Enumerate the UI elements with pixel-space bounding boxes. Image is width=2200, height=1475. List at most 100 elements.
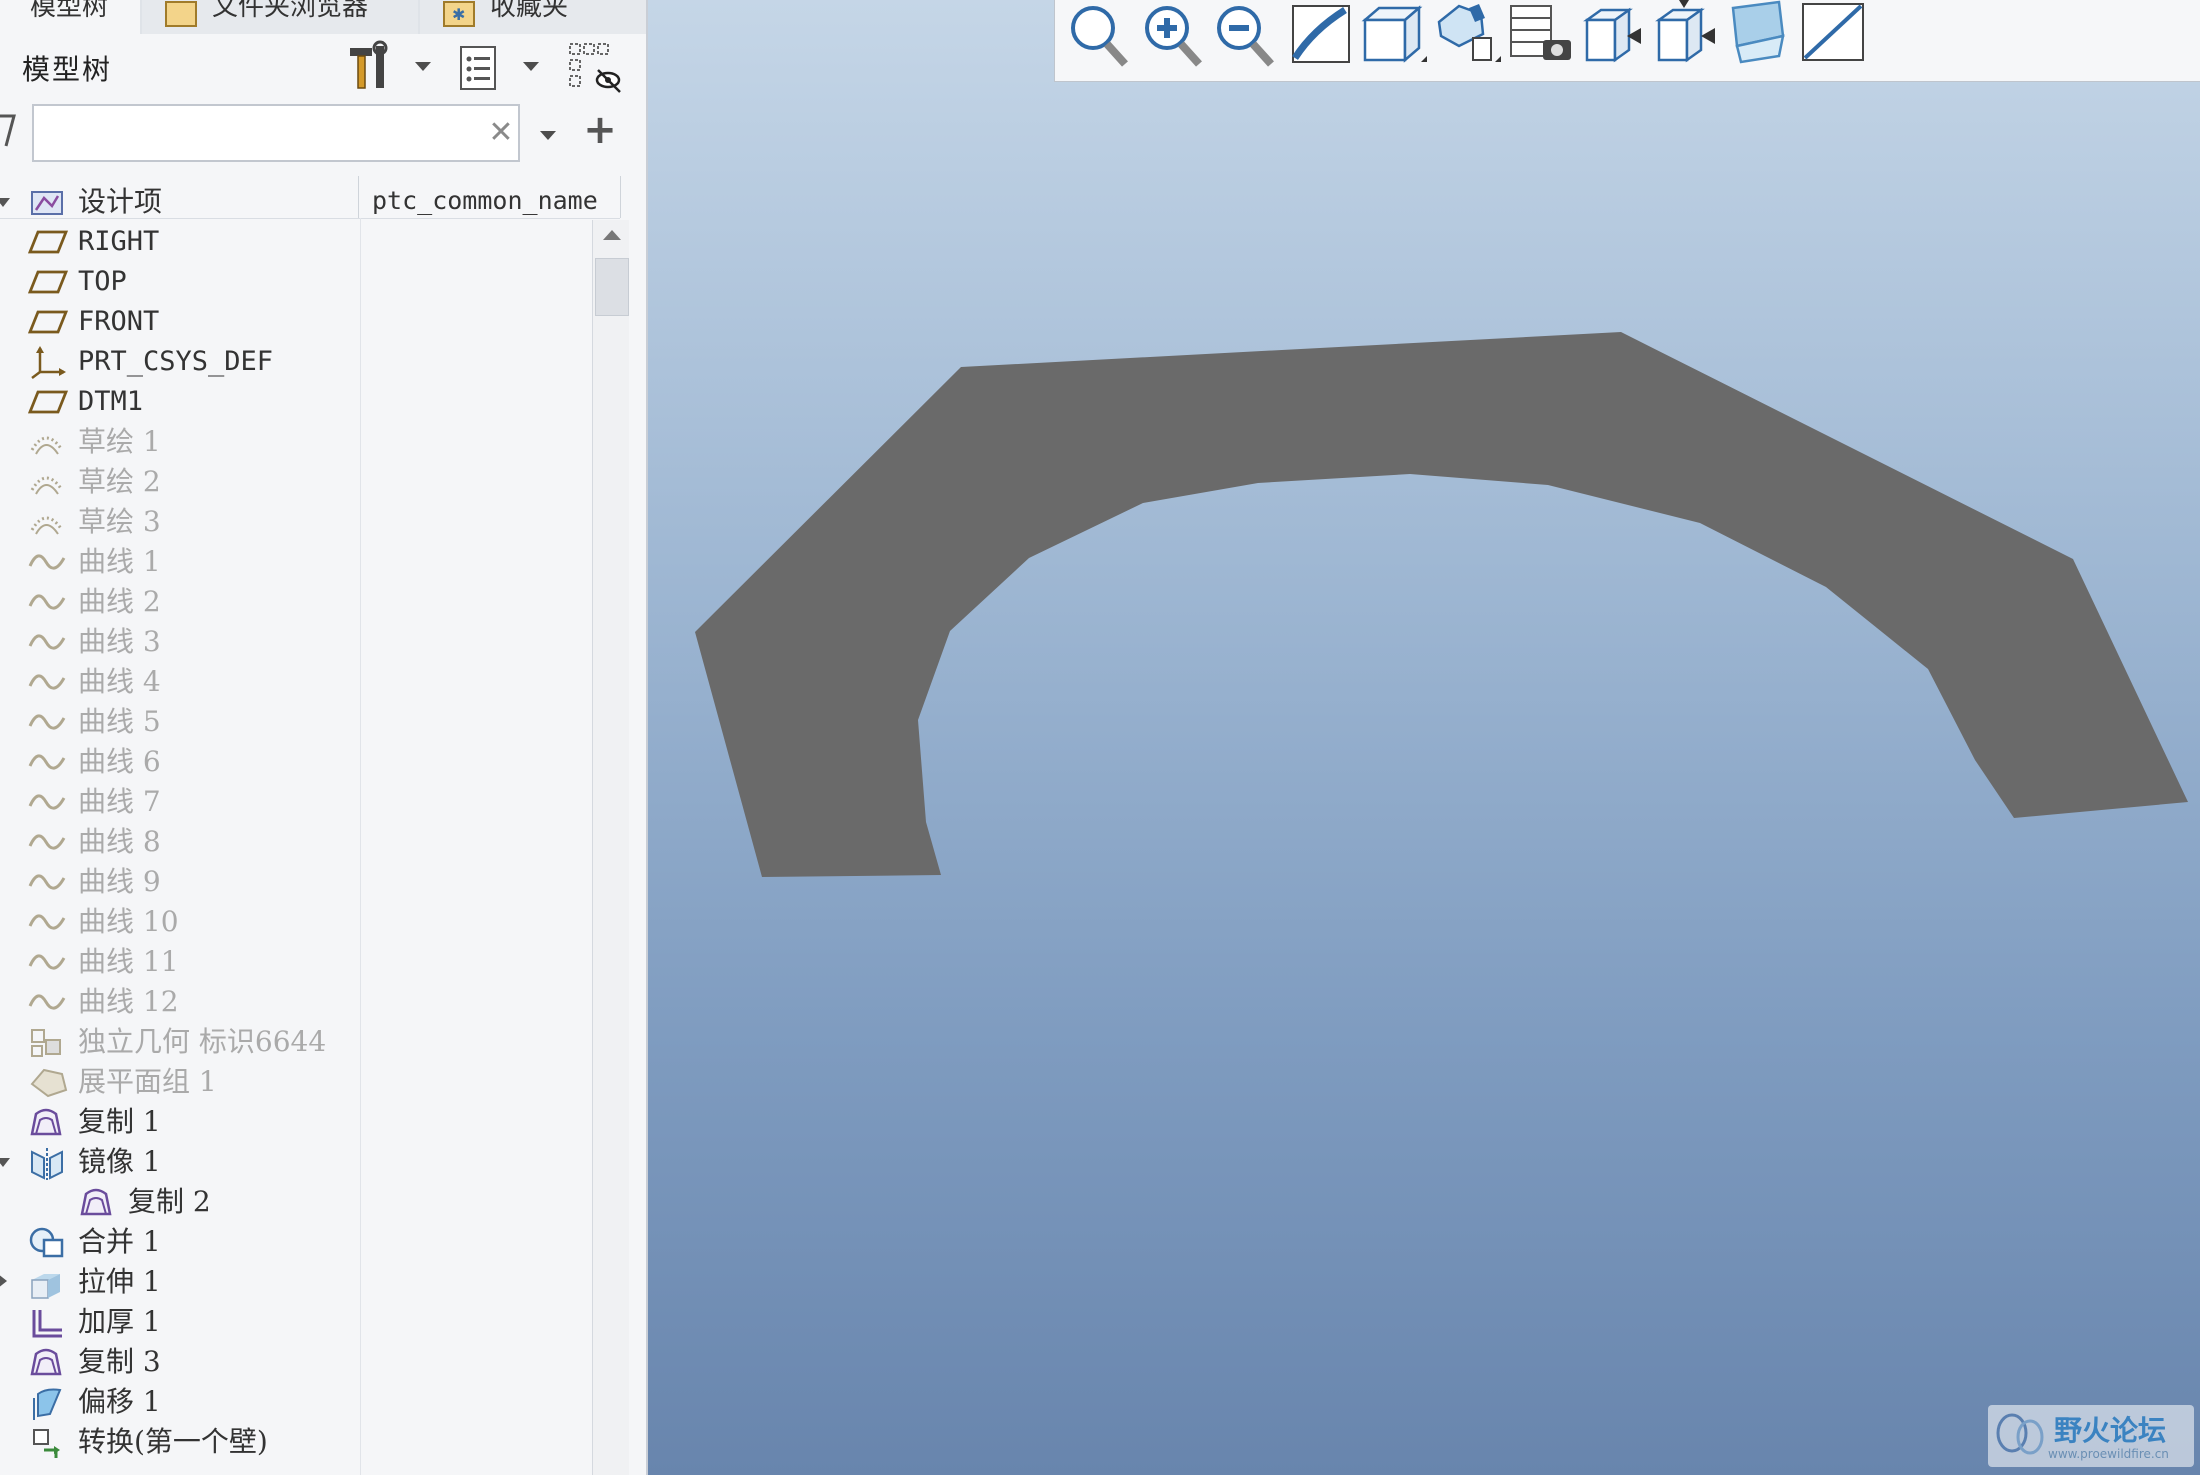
tree-item[interactable]: 复制 1 (0, 1102, 590, 1142)
datum-plane-icon (27, 390, 68, 414)
column-divider[interactable] (620, 176, 621, 218)
view-toolbar-button[interactable] (1723, 0, 1799, 76)
tree-item-label: 展平面组 1 (78, 1065, 217, 1098)
zoom-out-icon (1217, 6, 1274, 67)
view-toolbar-button[interactable] (1283, 0, 1359, 76)
copy-surface-icon (30, 1348, 62, 1376)
graphics-viewport[interactable]: 野火论坛 www.proewildfire.cn (648, 0, 2200, 1475)
tree-item-label: 曲线 4 (78, 665, 161, 698)
tree-item[interactable]: 曲线 1 (0, 542, 590, 582)
tree-item-label: 加厚 1 (78, 1305, 161, 1338)
tree-item[interactable]: 拉伸 1 (0, 1262, 590, 1302)
flatten-quilt-icon (30, 1068, 68, 1098)
view-toolbar-button[interactable] (1355, 0, 1431, 76)
tree-item[interactable]: 曲线 3 (0, 622, 590, 662)
chevron-down-icon (540, 130, 556, 140)
search-options-dropdown[interactable] (536, 126, 560, 144)
view-toolbar-button[interactable] (1059, 0, 1135, 76)
curve-icon (28, 914, 66, 930)
datum-plane-icon (27, 270, 68, 294)
tree-item[interactable]: 曲线 8 (0, 822, 590, 862)
curve-icon (28, 834, 66, 850)
tree-item[interactable]: 复制 3 (0, 1342, 590, 1382)
show-dropdown-arrow[interactable] (518, 56, 544, 76)
tree-item[interactable]: 复制 2 (0, 1182, 590, 1222)
tree-item[interactable]: 转换(第一个壁) (0, 1422, 590, 1462)
tree-item[interactable]: 独立几何 标识6644 (0, 1022, 590, 1062)
sheetmetal-part-geometry[interactable] (648, 0, 2200, 1475)
tree-item[interactable]: 镜像 1 (0, 1142, 590, 1182)
expand-arrow-down-icon[interactable] (0, 198, 10, 207)
tree-item[interactable]: FRONT (0, 302, 590, 342)
folder-icon (165, 1, 197, 27)
tree-item-label: FRONT (78, 306, 160, 337)
tree-item-label: 曲线 9 (78, 865, 161, 898)
tree-item[interactable]: 设计项 (0, 182, 590, 222)
tree-item[interactable]: 草绘 1 (0, 422, 590, 462)
chevron-down-icon (415, 61, 431, 71)
view-toolbar-button[interactable] (1207, 0, 1283, 76)
butterfly-logo-icon (1996, 1413, 2044, 1455)
tree-item[interactable]: PRT_CSYS_DEF (0, 342, 590, 382)
scroll-up-arrow-icon[interactable] (603, 230, 621, 240)
perspective-view-icon (1731, 0, 1785, 64)
tab-label: 模型树 (30, 0, 109, 22)
tree-scrollbar[interactable] (592, 220, 629, 1475)
view-toolbar-button[interactable] (1503, 0, 1579, 76)
tree-item[interactable]: 展平面组 1 (0, 1062, 590, 1102)
view-toolbar-button[interactable] (1649, 0, 1725, 76)
offset-icon (33, 1388, 62, 1420)
tree-item-label: PRT_CSYS_DEF (78, 346, 274, 377)
settings-dropdown-arrow[interactable] (410, 56, 436, 76)
tree-item[interactable]: 草绘 2 (0, 462, 590, 502)
tab-label: 文件夹浏览器 (212, 0, 369, 22)
tree-item[interactable]: DTM1 (0, 382, 590, 422)
tree-item-label: 草绘 2 (78, 465, 161, 498)
view-toolbar-button[interactable] (1429, 0, 1505, 76)
view-toolbar-button[interactable] (1797, 0, 1873, 76)
tree-item[interactable]: 曲线 5 (0, 702, 590, 742)
settings-tools-button[interactable] (344, 40, 394, 94)
tree-item-label: 草绘 3 (78, 505, 161, 538)
navigator-tabs: 模型树 文件夹浏览器 ✱ 收藏夹 (0, 0, 646, 34)
tree-item[interactable]: 曲线 11 (0, 942, 590, 982)
curve-icon (28, 714, 66, 730)
panel-title: 模型树 (22, 53, 113, 86)
tree-item[interactable]: 曲线 6 (0, 742, 590, 782)
tab-favorites[interactable]: ✱ 收藏夹 (420, 0, 646, 34)
refit-icon (1071, 6, 1128, 67)
view-toolbar-button[interactable] (1135, 0, 1211, 76)
tree-item[interactable]: 曲线 4 (0, 662, 590, 702)
tree-item[interactable]: 曲线 10 (0, 902, 590, 942)
tree-item[interactable]: 合并 1 (0, 1222, 590, 1262)
tree-item[interactable]: 曲线 9 (0, 862, 590, 902)
part-surface[interactable] (695, 332, 2188, 877)
tree-filters-button[interactable] (566, 40, 622, 96)
tab-model-tree[interactable]: 模型树 (0, 0, 140, 34)
view-toolbar-button[interactable] (1577, 0, 1653, 76)
add-column-button[interactable]: + (580, 110, 620, 150)
tree-item[interactable]: 加厚 1 (0, 1302, 590, 1342)
coordinate-system-icon (31, 346, 66, 379)
expand-arrow-right-icon[interactable] (0, 1274, 7, 1288)
tree-item[interactable]: 曲线 12 (0, 982, 590, 1022)
tree-item[interactable]: 曲线 7 (0, 782, 590, 822)
tree-item[interactable]: TOP (0, 262, 590, 302)
tree-item[interactable]: 草绘 3 (0, 502, 590, 542)
sketch-icon (30, 436, 64, 455)
design-items-icon (31, 191, 63, 215)
tree-item[interactable]: 偏移 1 (0, 1382, 590, 1422)
expand-arrow-down-icon[interactable] (0, 1158, 10, 1167)
svg-text:✱: ✱ (452, 5, 465, 24)
independent-geometry-icon (31, 1029, 61, 1057)
tree-item[interactable]: RIGHT (0, 222, 590, 262)
tree-item-label: 曲线 5 (78, 705, 161, 738)
watermark-url: www.proewildfire.cn (2048, 1447, 2169, 1461)
show-options-button[interactable] (454, 42, 504, 94)
tree-item-label: 转换(第一个壁) (78, 1425, 268, 1458)
search-input[interactable] (40, 112, 464, 156)
clear-search-icon[interactable]: ✕ (484, 116, 518, 150)
scroll-thumb[interactable] (595, 258, 629, 316)
tree-item[interactable]: 曲线 2 (0, 582, 590, 622)
tab-folder-browser[interactable]: 文件夹浏览器 (142, 0, 418, 34)
